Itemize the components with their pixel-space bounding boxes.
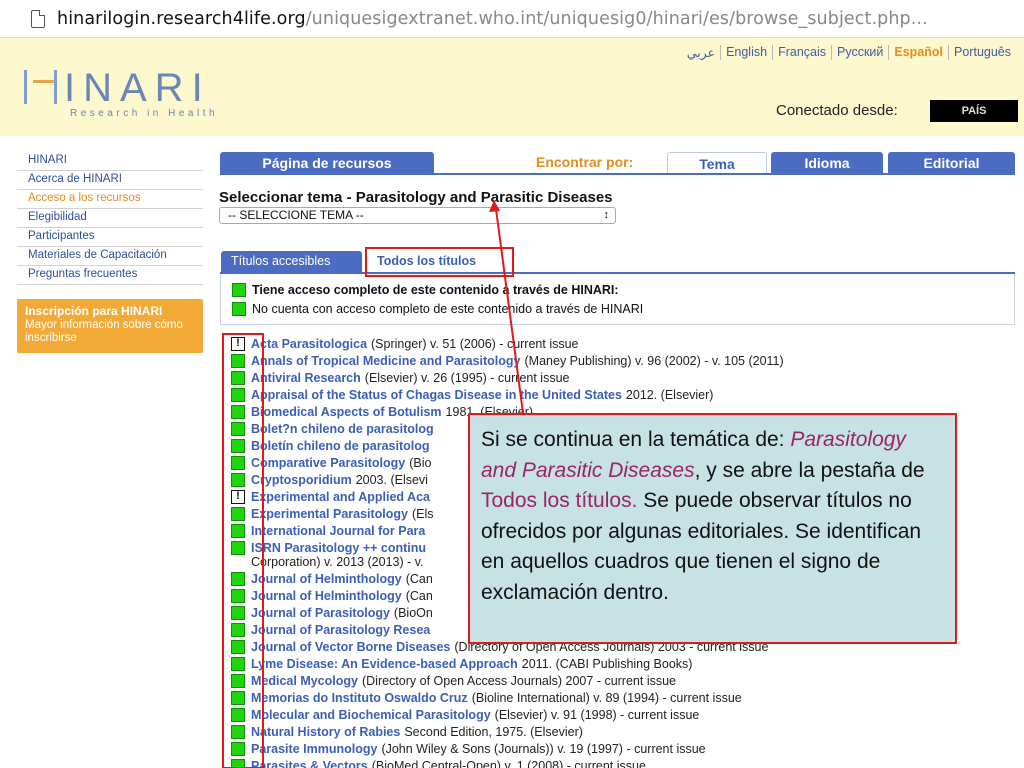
callout-text-1: Si se continua en la temática de:: [481, 428, 791, 451]
annotation-arrow: [489, 200, 524, 414]
callout-text-2: , y se abre la pestaña de: [694, 458, 925, 482]
callout-tab-name: Todos los títulos.: [481, 489, 638, 512]
annotation-callout: Si se continua en la temática de: Parasi…: [468, 413, 957, 644]
